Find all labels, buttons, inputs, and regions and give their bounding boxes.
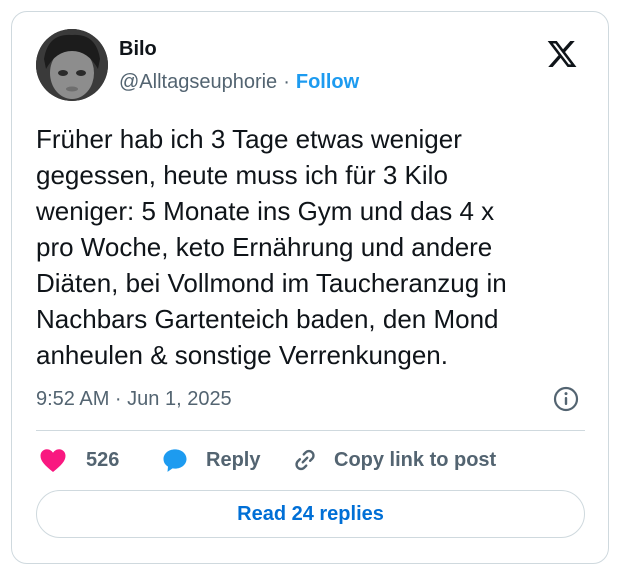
reply-label: Reply [206,448,261,471]
tweet-timestamp[interactable]: 9:52 AM · Jun 1, 2025 [36,388,232,411]
info-icon[interactable] [552,385,580,413]
like-count: 526 [86,448,120,471]
copy-link-label: Copy link to post [334,448,497,471]
author-handle[interactable]: @Alltagseuphorie [119,71,277,93]
x-logo-icon[interactable] [546,38,578,70]
tweet-text: Früher hab ich 3 Tage etwas weniger gege… [36,124,507,370]
reply-button[interactable]: Reply [160,445,260,475]
speech-bubble-icon [160,445,190,475]
tweet-card: Bilo @Alltagseuphorie · Follow Früher hab … [11,11,609,564]
link-icon [290,445,320,475]
read-replies-button[interactable]: Read 24 replies [36,490,585,538]
author-meta: @Alltagseuphorie · Follow [119,71,359,94]
follow-button[interactable]: Follow [296,71,359,93]
author-name[interactable]: Bilo [119,38,157,61]
copy-link-button[interactable]: Copy link to post [290,445,496,475]
avatar[interactable] [36,29,108,101]
divider [36,430,585,431]
like-button[interactable]: 526 [38,445,119,475]
heart-icon [38,445,68,475]
separator-dot: · [283,71,290,93]
